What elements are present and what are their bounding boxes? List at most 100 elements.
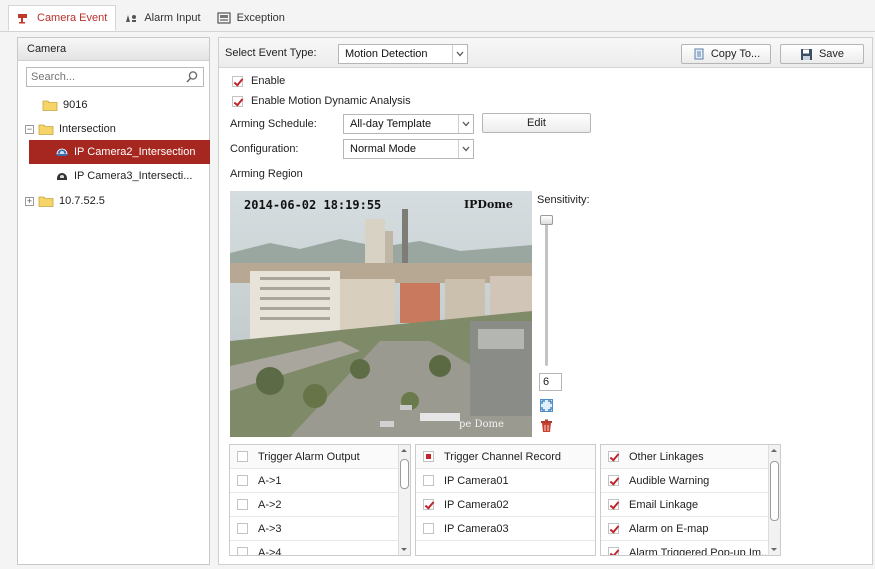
copy-to-label: Copy To... [710, 48, 761, 60]
scrollbar-thumb[interactable] [770, 461, 779, 521]
other-linkage-item-checkbox[interactable] [608, 499, 619, 510]
chevron-down-icon [452, 45, 467, 63]
sensitivity-value-input[interactable]: 6 [539, 373, 562, 391]
alarm-output-item-checkbox[interactable] [237, 499, 248, 510]
alarm-output-item-checkbox[interactable] [237, 523, 248, 534]
other-linkage-panel: Other Linkages Audible Warning Email Lin… [600, 444, 781, 556]
configuration-select[interactable]: Normal Mode [343, 139, 474, 159]
dynamic-analysis-checkbox-row[interactable]: Enable Motion Dynamic Analysis [232, 95, 411, 107]
tree-item-9016[interactable]: 9016 [42, 93, 87, 117]
other-linkage-header[interactable]: Other Linkages [601, 445, 780, 469]
channel-record-checkbox[interactable] [423, 451, 434, 462]
list-item-label: IP Camera03 [444, 522, 509, 535]
tree-item-label: Intersection [59, 123, 116, 135]
list-item-label: Email Linkage [629, 498, 699, 511]
chevron-down-icon [458, 140, 473, 158]
event-config-panel: Select Event Type: Motion Detection Copy… [218, 37, 873, 565]
sensitivity-slider-track[interactable] [545, 221, 548, 366]
other-linkage-item-checkbox[interactable] [608, 523, 619, 534]
alarm-output-item-checkbox[interactable] [237, 475, 248, 486]
save-label: Save [818, 48, 845, 60]
list-item[interactable]: IP Camera01 [416, 469, 595, 493]
arming-schedule-select[interactable]: All-day Template [343, 114, 474, 134]
dome-camera-icon [56, 148, 68, 156]
list-item[interactable]: A->1 [230, 469, 410, 493]
enable-label: Enable [251, 75, 286, 87]
tree-item-intersection[interactable]: − Intersection [25, 117, 116, 141]
folder-icon [42, 100, 58, 111]
list-item[interactable]: Email Linkage [601, 493, 780, 517]
tab-exception[interactable]: Exception [209, 5, 293, 31]
list-item[interactable]: A->2 [230, 493, 410, 517]
other-linkage-scrollbar[interactable] [768, 445, 780, 555]
alarm-output-checkbox[interactable] [237, 451, 248, 462]
camera-search-box[interactable] [26, 67, 204, 87]
folder-icon [38, 196, 54, 207]
collapse-icon[interactable]: − [25, 124, 34, 134]
tab-alarm-input[interactable]: Alarm Input [116, 5, 208, 31]
copy-to-button[interactable]: Copy To... [681, 44, 771, 64]
other-linkage-item-checkbox[interactable] [608, 547, 619, 555]
alarm-output-header-label: Trigger Alarm Output [258, 450, 360, 463]
arming-region-video[interactable]: 2014-06-02 18:19:55 IPDome pe Dome [230, 191, 532, 437]
list-item-label: IP Camera02 [444, 498, 509, 511]
scroll-up-icon[interactable] [771, 449, 777, 452]
expand-icon[interactable]: + [25, 196, 34, 206]
camera-event-icon [18, 14, 27, 24]
channel-item-checkbox[interactable] [423, 499, 434, 510]
tree-item-label: 10.7.52.5 [59, 195, 105, 207]
channel-record-header[interactable]: Trigger Channel Record [416, 445, 595, 469]
list-item[interactable]: IP Camera03 [416, 517, 595, 541]
event-type-value: Motion Detection [345, 48, 428, 60]
channel-item-checkbox[interactable] [423, 523, 434, 534]
folder-icon [38, 124, 54, 135]
camera-preview-image [230, 191, 532, 437]
alarm-input-icon [126, 15, 137, 22]
list-item[interactable]: A->3 [230, 517, 410, 541]
tree-item-ip-camera2[interactable]: IP Camera2_Intersection [29, 140, 210, 164]
scroll-down-icon[interactable] [401, 548, 407, 551]
alarm-output-item-checkbox[interactable] [237, 547, 248, 555]
dome-camera-icon [57, 173, 67, 180]
scroll-down-icon[interactable] [771, 548, 777, 551]
camera-search-input[interactable] [27, 68, 177, 86]
list-item-label: Alarm Triggered Pop-up Im... [629, 546, 771, 556]
enable-checkbox[interactable] [232, 75, 243, 87]
tree-item-ip-camera3[interactable]: IP Camera3_Intersecti... [55, 164, 192, 188]
tabbar-divider [0, 31, 875, 32]
event-type-select[interactable]: Motion Detection [338, 44, 468, 64]
list-item[interactable]: A->4 [230, 541, 410, 556]
scrollbar-thumb[interactable] [400, 459, 409, 489]
search-icon[interactable] [185, 70, 199, 84]
list-item-label: A->3 [258, 522, 282, 535]
list-item-label: A->2 [258, 498, 282, 511]
list-item[interactable]: IP Camera02 [416, 493, 595, 517]
list-item-label: A->4 [258, 546, 282, 556]
list-item[interactable]: Alarm on E-map [601, 517, 780, 541]
delete-icon[interactable] [540, 419, 553, 433]
alarm-output-panel: Trigger Alarm Output A->1 A->2 A->3 A->4 [229, 444, 411, 556]
dynamic-analysis-checkbox[interactable] [232, 95, 243, 107]
edit-schedule-button[interactable]: Edit [482, 113, 591, 133]
tree-item-label: IP Camera2_Intersection [74, 146, 196, 158]
tab-camera-event[interactable]: Camera Event [8, 5, 117, 31]
list-item-label: IP Camera01 [444, 474, 509, 487]
sensitivity-label: Sensitivity: [537, 194, 590, 206]
scroll-up-icon[interactable] [401, 449, 407, 452]
full-screen-icon[interactable] [540, 399, 553, 412]
list-item[interactable]: Audible Warning [601, 469, 780, 493]
edit-label: Edit [527, 117, 546, 129]
video-watermark: pe Dome [459, 419, 504, 430]
list-item-label: A->1 [258, 474, 282, 487]
alarm-output-scrollbar[interactable] [398, 445, 410, 555]
alarm-output-header[interactable]: Trigger Alarm Output [230, 445, 410, 469]
other-linkage-checkbox[interactable] [608, 451, 619, 462]
list-item[interactable]: Alarm Triggered Pop-up Im... [601, 541, 780, 556]
enable-checkbox-row[interactable]: Enable [232, 75, 285, 87]
tree-item-10-7-52-5[interactable]: + 10.7.52.5 [25, 189, 105, 213]
sensitivity-slider-thumb[interactable] [540, 215, 553, 225]
other-linkage-item-checkbox[interactable] [608, 475, 619, 486]
camera-tree-panel: Camera 9016 − Intersection [17, 37, 210, 565]
save-button[interactable]: Save [780, 44, 864, 64]
channel-item-checkbox[interactable] [423, 475, 434, 486]
